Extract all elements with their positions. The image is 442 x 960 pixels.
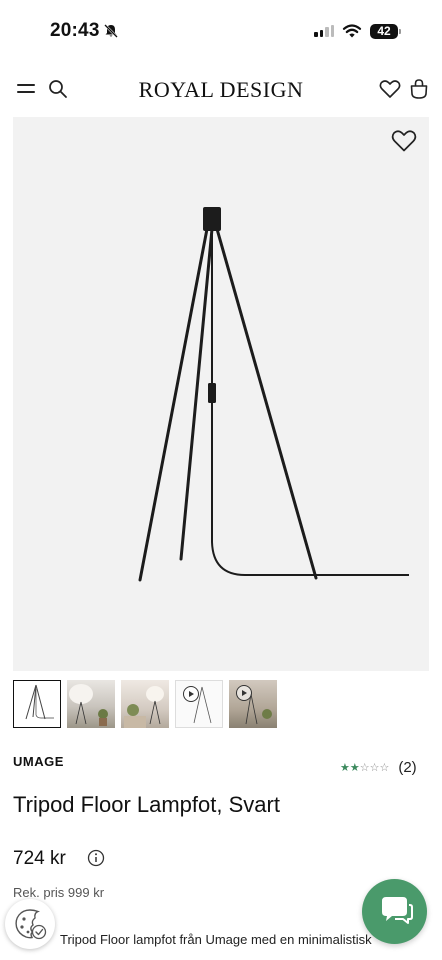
thumbnail-2[interactable]	[67, 680, 115, 728]
review-count: (2)	[398, 759, 417, 776]
tripod-lamp-image	[138, 207, 409, 582]
product-price: 724 kr	[13, 848, 66, 869]
info-icon[interactable]	[87, 849, 105, 867]
star-rating-icon: ★★☆☆☆	[340, 762, 390, 774]
product-title: Tripod Floor Lampfot, Svart	[13, 792, 280, 817]
product-brand-link[interactable]: UMAGE	[13, 754, 64, 769]
shopping-bag-icon[interactable]	[409, 78, 429, 100]
chat-icon	[382, 897, 413, 924]
add-to-wishlist-heart-icon[interactable]	[391, 129, 417, 153]
play-video-icon	[183, 686, 199, 702]
product-rating[interactable]: ★★☆☆☆ (2)	[340, 759, 417, 776]
lamp-video-thumbnail-icon	[245, 693, 272, 725]
wifi-icon	[342, 24, 362, 38]
lamp-room-thumbnail-icon	[69, 684, 108, 726]
thumbnail-1[interactable]	[13, 680, 61, 728]
cookie-icon	[15, 909, 47, 940]
thumbnail-video-1[interactable]	[175, 680, 223, 728]
thumbnail-3[interactable]	[121, 680, 169, 728]
status-bar: 20:43 42	[0, 0, 442, 62]
battery-indicator: 42	[370, 24, 401, 39]
chat-button[interactable]	[362, 879, 427, 944]
thumbnail-gallery	[13, 680, 277, 728]
cookie-settings-button[interactable]	[5, 899, 55, 949]
bell-muted-icon	[104, 24, 118, 38]
play-video-icon	[236, 685, 252, 701]
site-header: ROYAL DESIGN	[0, 66, 442, 116]
site-logo[interactable]: ROYAL DESIGN	[0, 77, 442, 103]
thumbnail-video-2[interactable]	[229, 680, 277, 728]
status-time: 20:43	[50, 20, 100, 41]
tripod-thumbnail-icon	[25, 684, 54, 720]
cellular-signal-icon	[314, 25, 334, 37]
product-description: Tripod Floor lampfot från Umage med en m…	[60, 932, 372, 947]
wishlist-heart-icon[interactable]	[379, 79, 401, 99]
lamp-interior-thumbnail-icon	[124, 686, 164, 728]
recommended-price: Rek. pris 999 kr	[13, 885, 105, 900]
product-main-image[interactable]	[13, 117, 429, 671]
tripod-video-thumbnail-icon	[193, 686, 212, 724]
